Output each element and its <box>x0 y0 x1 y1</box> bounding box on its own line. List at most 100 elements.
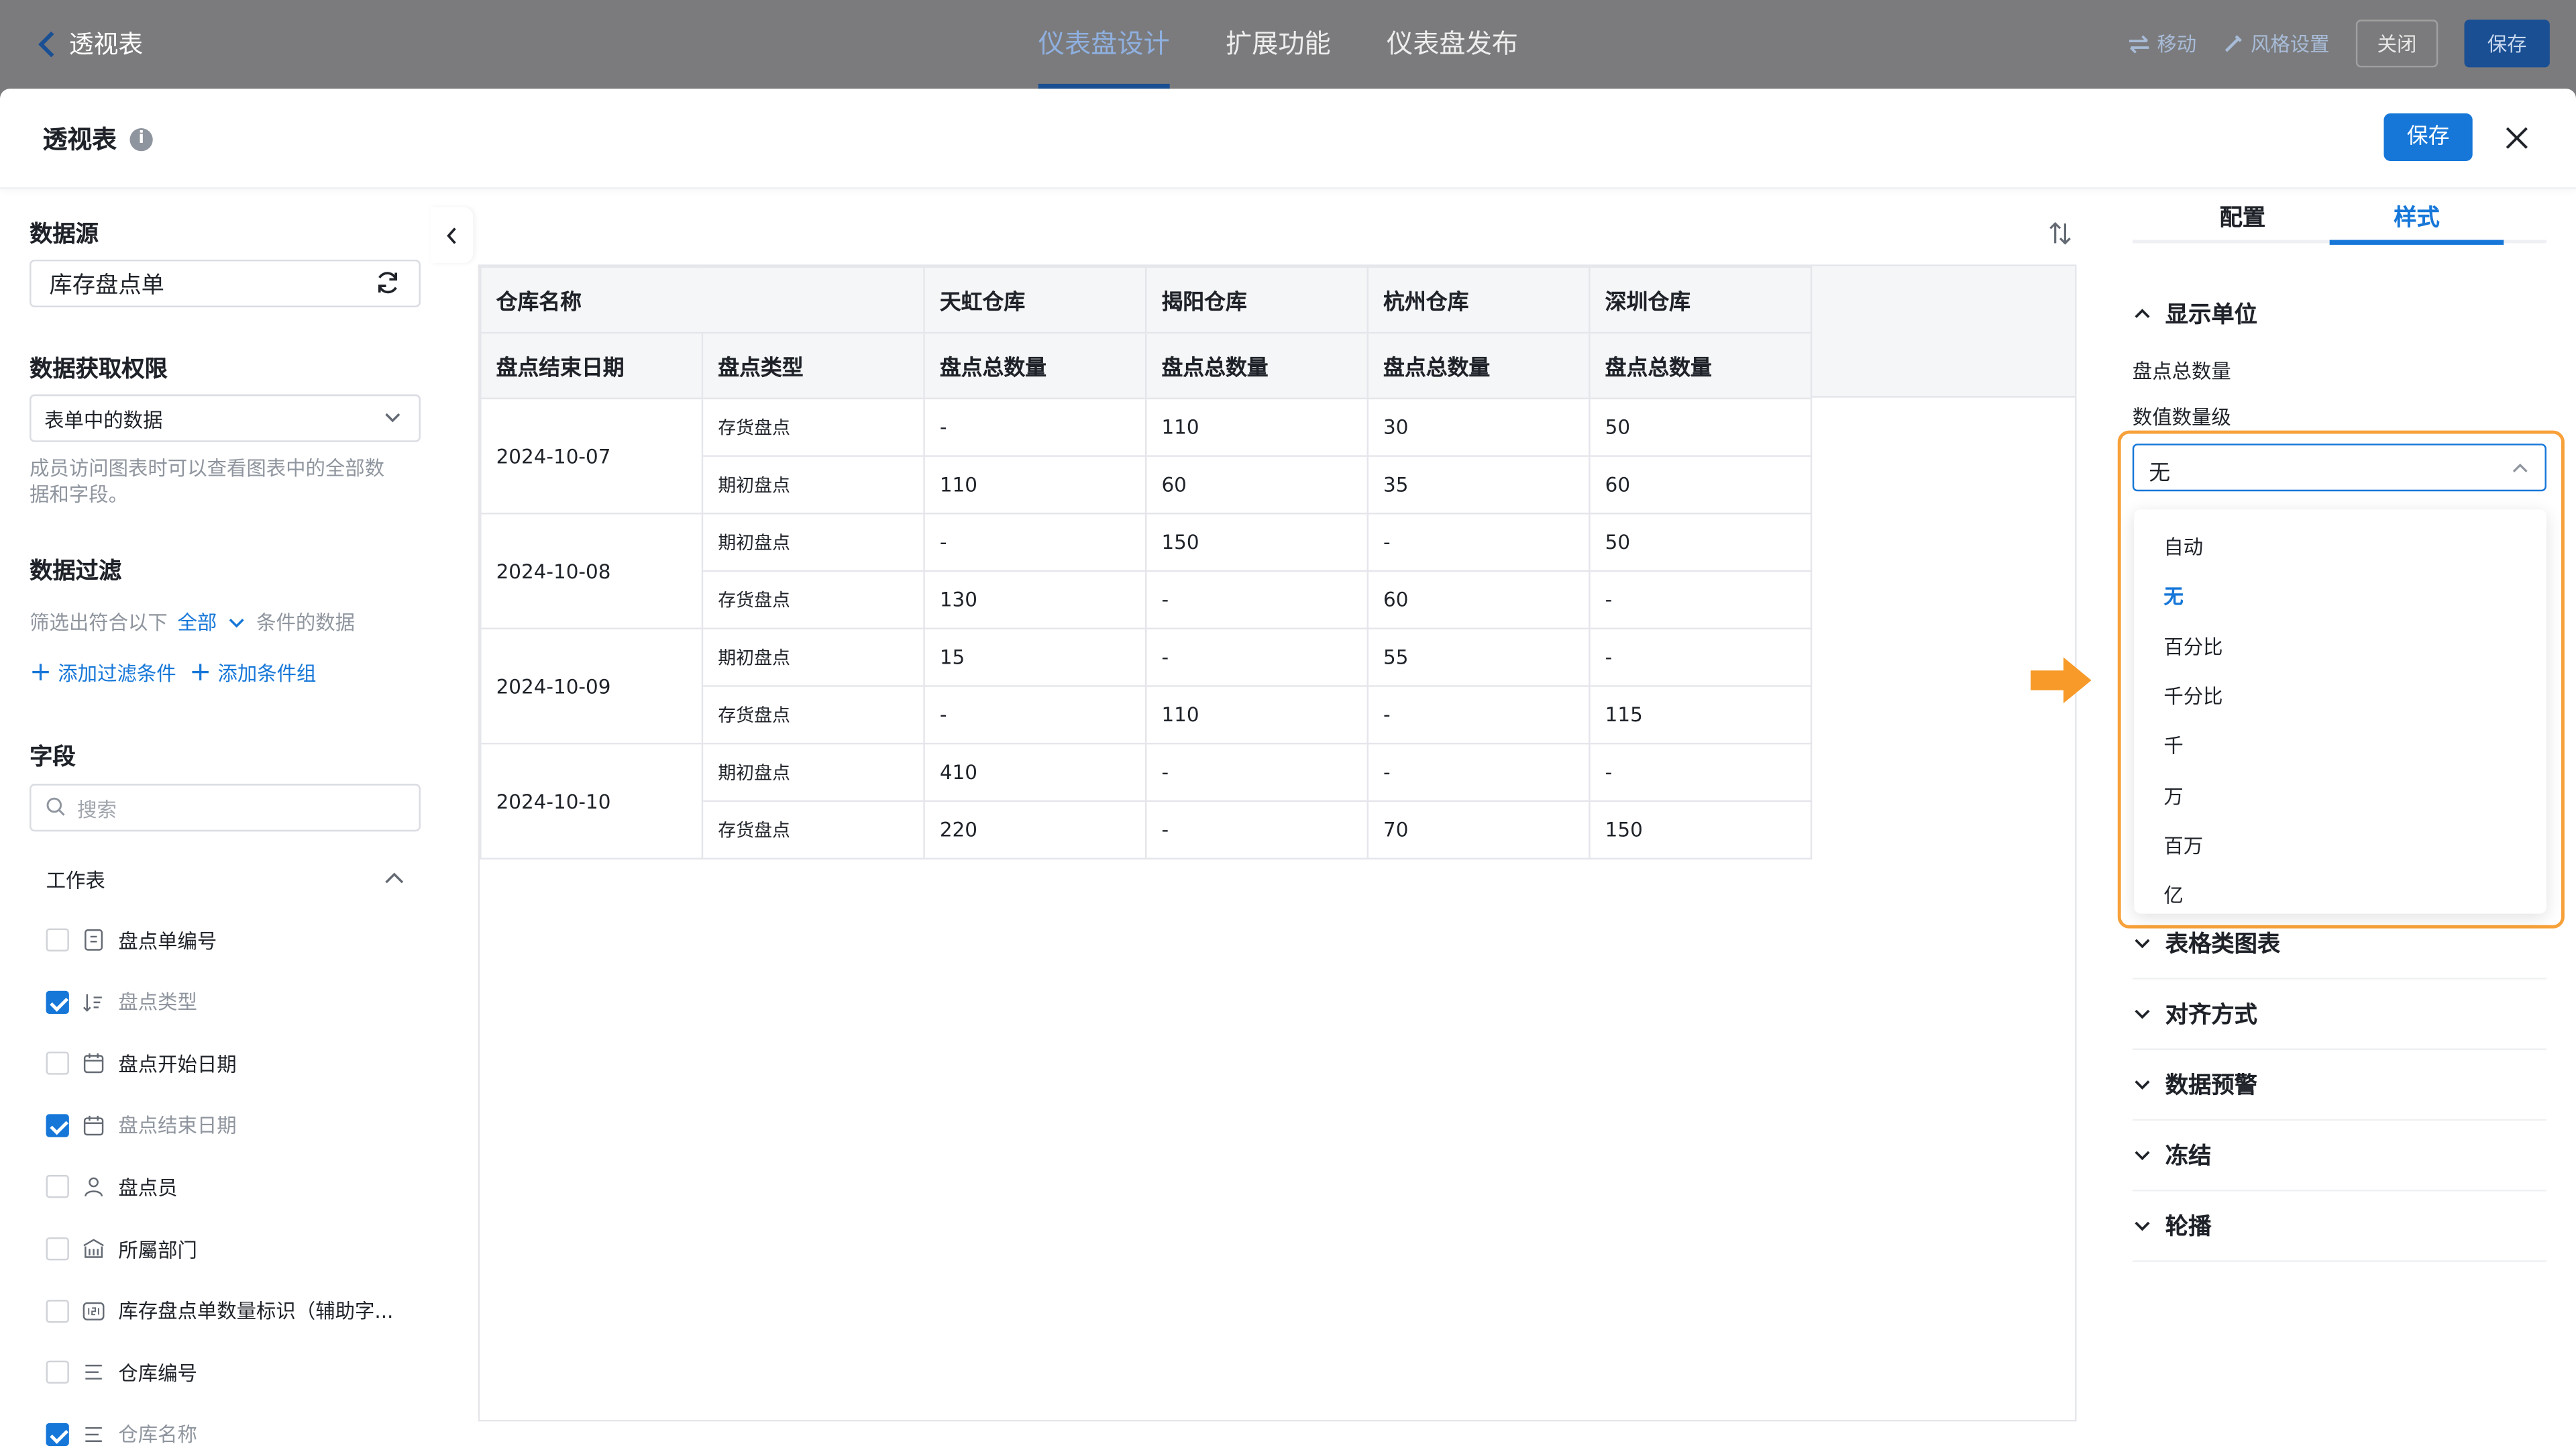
datasource-select[interactable]: 库存盘点单 <box>30 259 421 307</box>
style-section[interactable]: 轮播 <box>2132 1190 2546 1262</box>
style-settings-button[interactable]: 风格设置 <box>2222 30 2330 58</box>
filter-suffix: 条件的数据 <box>256 611 356 635</box>
field-checkbox[interactable] <box>46 928 69 951</box>
date-cell: 2024-10-07 <box>480 397 704 515</box>
field-item[interactable]: 仓库名称 <box>46 1418 197 1448</box>
search-placeholder: 搜索 <box>77 798 117 822</box>
collapse-panel-button[interactable] <box>430 207 474 263</box>
style-section[interactable]: 对齐方式 <box>2132 978 2546 1050</box>
move-icon <box>2129 34 2149 53</box>
row-dimension-header: 盘点结束日期 <box>480 331 704 400</box>
style-section-label: 轮播 <box>2165 1213 2212 1240</box>
back-label: 透视表 <box>68 30 144 60</box>
value-cell: - <box>1144 627 1369 687</box>
value-cell: 110 <box>923 455 1147 515</box>
magnitude-option[interactable]: 亿 <box>2163 881 2183 909</box>
field-item[interactable]: 盘点单编号 <box>46 923 217 956</box>
modal-save-button[interactable]: 保存 <box>2383 113 2473 162</box>
field-search-input[interactable]: 搜索 <box>30 784 421 832</box>
permission-select[interactable]: 表单中的数据 <box>30 394 421 442</box>
value-cell: - <box>1589 627 1813 687</box>
field-checkbox[interactable] <box>46 990 69 1014</box>
field-label: 仓库名称 <box>118 1423 197 1447</box>
value-cell: - <box>1144 742 1369 803</box>
chevron-down-icon <box>2135 1221 2150 1231</box>
magnitude-option[interactable]: 百万 <box>2163 831 2203 860</box>
type-cell: 存货盘点 <box>701 800 925 860</box>
field-item[interactable]: 盘点员 <box>46 1171 178 1204</box>
value-cell: - <box>1366 513 1591 572</box>
permission-heading: 数据获取权限 <box>30 356 168 383</box>
field-checkbox[interactable] <box>46 1175 69 1199</box>
magnitude-option[interactable]: 无 <box>2163 582 2183 611</box>
value-cell: 220 <box>923 800 1147 860</box>
type-cell: 期初盘点 <box>701 742 925 803</box>
chevron-left-icon <box>447 227 456 244</box>
top-save-button[interactable]: 保存 <box>2464 19 2550 68</box>
number-icon <box>83 1301 105 1320</box>
field-checkbox[interactable] <box>46 1113 69 1137</box>
field-label: 盘点单编号 <box>118 929 217 953</box>
field-checkbox[interactable] <box>46 1299 69 1323</box>
field-checkbox[interactable] <box>46 1051 69 1076</box>
text-lines-icon <box>85 1365 102 1380</box>
field-checkbox[interactable] <box>46 1361 69 1384</box>
tab-config[interactable]: 配置 <box>2220 201 2266 234</box>
field-checkbox[interactable] <box>46 1423 69 1446</box>
display-unit-section[interactable]: 显示单位 <box>2133 297 2257 330</box>
measure-header: 盘点总数量 <box>1366 331 1591 400</box>
value-cell: 30 <box>1366 397 1591 457</box>
datasource-heading: 数据源 <box>30 221 99 248</box>
chevron-up-icon[interactable] <box>383 871 406 887</box>
corner-header: 仓库名称 <box>480 266 925 334</box>
field-label: 盘点结束日期 <box>118 1115 237 1138</box>
building-icon <box>83 1239 104 1258</box>
tab-style[interactable]: 样式 <box>2394 201 2440 234</box>
magnitude-option[interactable]: 千 <box>2163 731 2183 760</box>
swap-sort-icon[interactable] <box>2047 220 2073 246</box>
chevron-down-icon <box>385 413 400 423</box>
field-item[interactable]: 仓库编号 <box>46 1356 197 1389</box>
tab-dashboard-design[interactable]: 仪表盘设计 <box>1038 0 1170 89</box>
magnitude-option[interactable]: 自动 <box>2163 532 2203 560</box>
chevron-down-icon <box>2135 938 2150 947</box>
back-button[interactable]: 透视表 <box>36 26 143 60</box>
tab-dashboard-publish[interactable]: 仪表盘发布 <box>1387 0 1518 89</box>
value-cell: - <box>923 685 1147 745</box>
field-label: 仓库编号 <box>118 1361 197 1385</box>
table-row: 2024-10-08 期初盘点 -150-50 <box>480 513 1813 629</box>
chevron-up-icon <box>2135 309 2150 318</box>
magnitude-option[interactable]: 千分比 <box>2163 682 2222 710</box>
value-cell: 110 <box>1144 685 1369 745</box>
add-filter-button[interactable]: + 添加过滤条件 <box>30 656 176 687</box>
style-section[interactable]: 表格类图表 <box>2132 907 2546 980</box>
permission-hint-line2: 据和字段。 <box>30 483 129 507</box>
value-cell: 50 <box>1589 513 1813 572</box>
style-section-label: 对齐方式 <box>2165 1001 2257 1028</box>
field-label: 盘点类型 <box>118 990 197 1015</box>
table-row: 2024-10-07 存货盘点 -110 30 50 <box>480 397 1813 515</box>
field-item[interactable]: 库存盘点单数量标识（辅助字... <box>46 1294 393 1327</box>
move-button[interactable]: 移动 <box>2127 30 2196 58</box>
close-button[interactable]: 关闭 <box>2355 19 2438 68</box>
close-icon[interactable] <box>2500 121 2533 154</box>
chevron-down-icon[interactable] <box>227 615 246 631</box>
magnitude-option[interactable]: 万 <box>2163 781 2183 809</box>
tab-extensions[interactable]: 扩展功能 <box>1226 0 1331 89</box>
field-checkbox[interactable] <box>46 1237 69 1261</box>
field-item[interactable]: 盘点结束日期 <box>46 1109 237 1142</box>
add-group-button[interactable]: + 添加条件组 <box>189 656 316 687</box>
header-row: 盘点结束日期 盘点类型 盘点总数量 盘点总数量 盘点总数量 盘点总数量 <box>480 331 1813 400</box>
brush-icon <box>2224 35 2242 52</box>
field-item[interactable]: 盘点开始日期 <box>46 1047 237 1080</box>
field-item[interactable]: 所屬部门 <box>46 1233 197 1265</box>
style-section[interactable]: 冻结 <box>2132 1119 2546 1192</box>
magnitude-select[interactable]: 无 <box>2132 444 2546 492</box>
field-item[interactable]: 盘点类型 <box>46 985 197 1018</box>
style-section[interactable]: 数据预警 <box>2132 1048 2546 1121</box>
magnitude-option[interactable]: 百分比 <box>2163 632 2222 660</box>
info-icon[interactable]: i <box>129 127 153 151</box>
filter-scope-select[interactable]: 全部 <box>178 610 217 636</box>
refresh-icon[interactable] <box>374 270 400 296</box>
permission-value: 表单中的数据 <box>44 409 163 433</box>
